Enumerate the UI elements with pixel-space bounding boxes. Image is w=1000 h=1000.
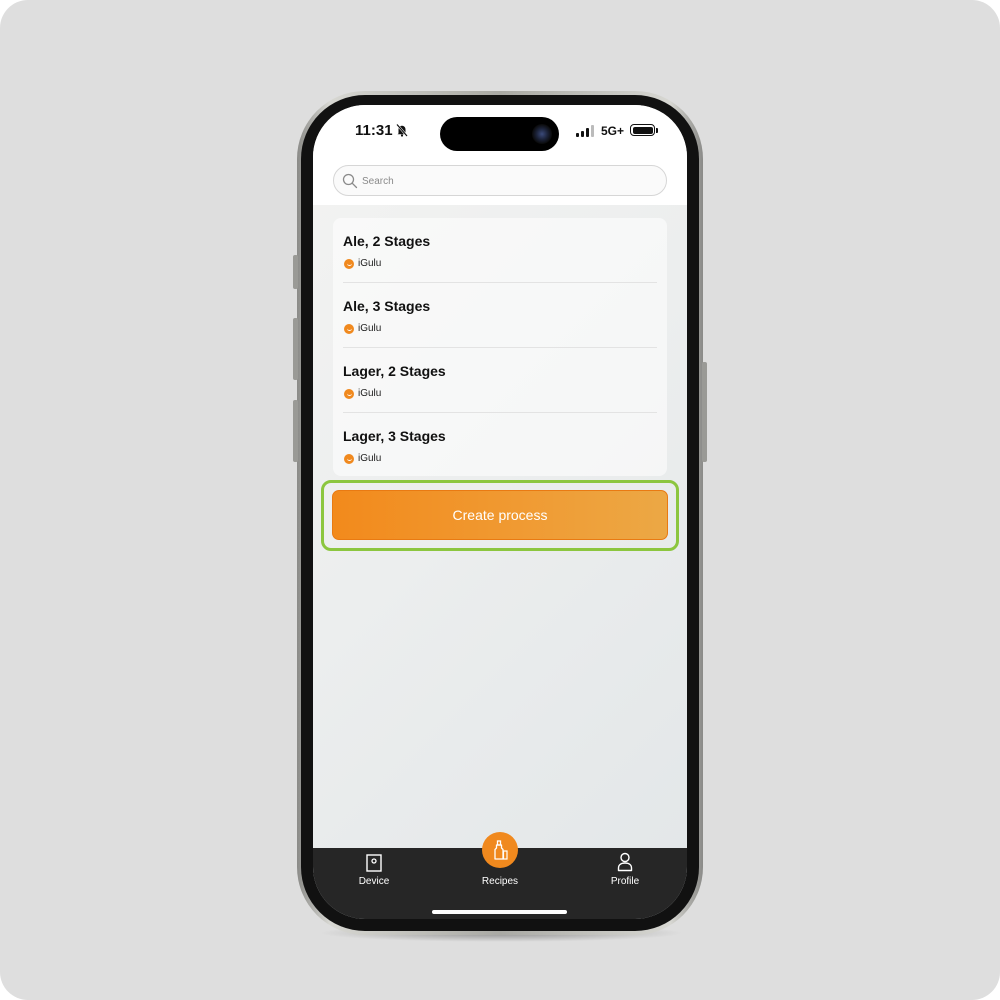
volume-down-button — [293, 400, 298, 462]
create-process-button[interactable]: Create process — [332, 490, 668, 540]
recipe-item-lager-2-stages[interactable]: Lager, 2 Stages iGulu — [333, 348, 667, 413]
igulu-logo-icon — [344, 389, 354, 399]
phone-screen: 11:31 5G+ Ale, 2 Stages — [313, 105, 687, 919]
device-icon — [366, 854, 382, 872]
search-icon — [342, 173, 358, 189]
search-area — [313, 157, 687, 205]
igulu-logo-icon — [344, 324, 354, 334]
volume-up-button — [293, 318, 298, 380]
recipe-item-ale-2-stages[interactable]: Ale, 2 Stages iGulu — [333, 218, 667, 283]
igulu-logo-icon — [344, 454, 354, 464]
nav-item-profile[interactable]: Profile — [580, 848, 670, 908]
recipe-title: Ale, 3 Stages — [343, 298, 431, 314]
battery-tip — [656, 128, 658, 133]
home-indicator[interactable] — [432, 910, 567, 914]
status-time: 11:31 — [355, 122, 393, 139]
recipe-author: iGulu — [358, 453, 382, 464]
igulu-logo-icon — [344, 259, 354, 269]
recipe-title: Lager, 2 Stages — [343, 363, 446, 379]
camera-icon — [532, 124, 552, 144]
power-button — [702, 362, 707, 462]
action-button — [293, 255, 298, 289]
battery-icon — [630, 124, 655, 136]
recipe-author: iGulu — [358, 388, 382, 399]
recipe-author: iGulu — [358, 258, 382, 269]
recipes-active-bubble[interactable] — [482, 832, 518, 868]
person-icon — [617, 852, 633, 872]
nav-label-recipes: Recipes — [481, 876, 519, 887]
network-label: 5G+ — [601, 124, 625, 138]
nav-item-device[interactable]: Device — [329, 848, 419, 908]
bottle-icon — [494, 840, 508, 860]
bell-slash-icon — [396, 123, 408, 137]
search-input[interactable] — [362, 172, 652, 190]
search-box[interactable] — [333, 165, 667, 196]
recipe-title: Ale, 2 Stages — [343, 233, 431, 249]
status-bar: 11:31 5G+ — [313, 105, 687, 157]
nav-label-profile: Profile — [610, 876, 640, 887]
recipe-item-lager-3-stages[interactable]: Lager, 3 Stages iGulu — [333, 413, 667, 478]
recipe-title: Lager, 3 Stages — [343, 428, 446, 444]
recipe-item-ale-3-stages[interactable]: Ale, 3 Stages iGulu — [333, 283, 667, 348]
recipe-author: iGulu — [358, 323, 382, 334]
signal-icon — [576, 125, 596, 137]
nav-label-device: Device — [358, 876, 390, 887]
recipe-list: Ale, 2 Stages iGulu Ale, 3 Stages iGulu … — [333, 218, 667, 476]
